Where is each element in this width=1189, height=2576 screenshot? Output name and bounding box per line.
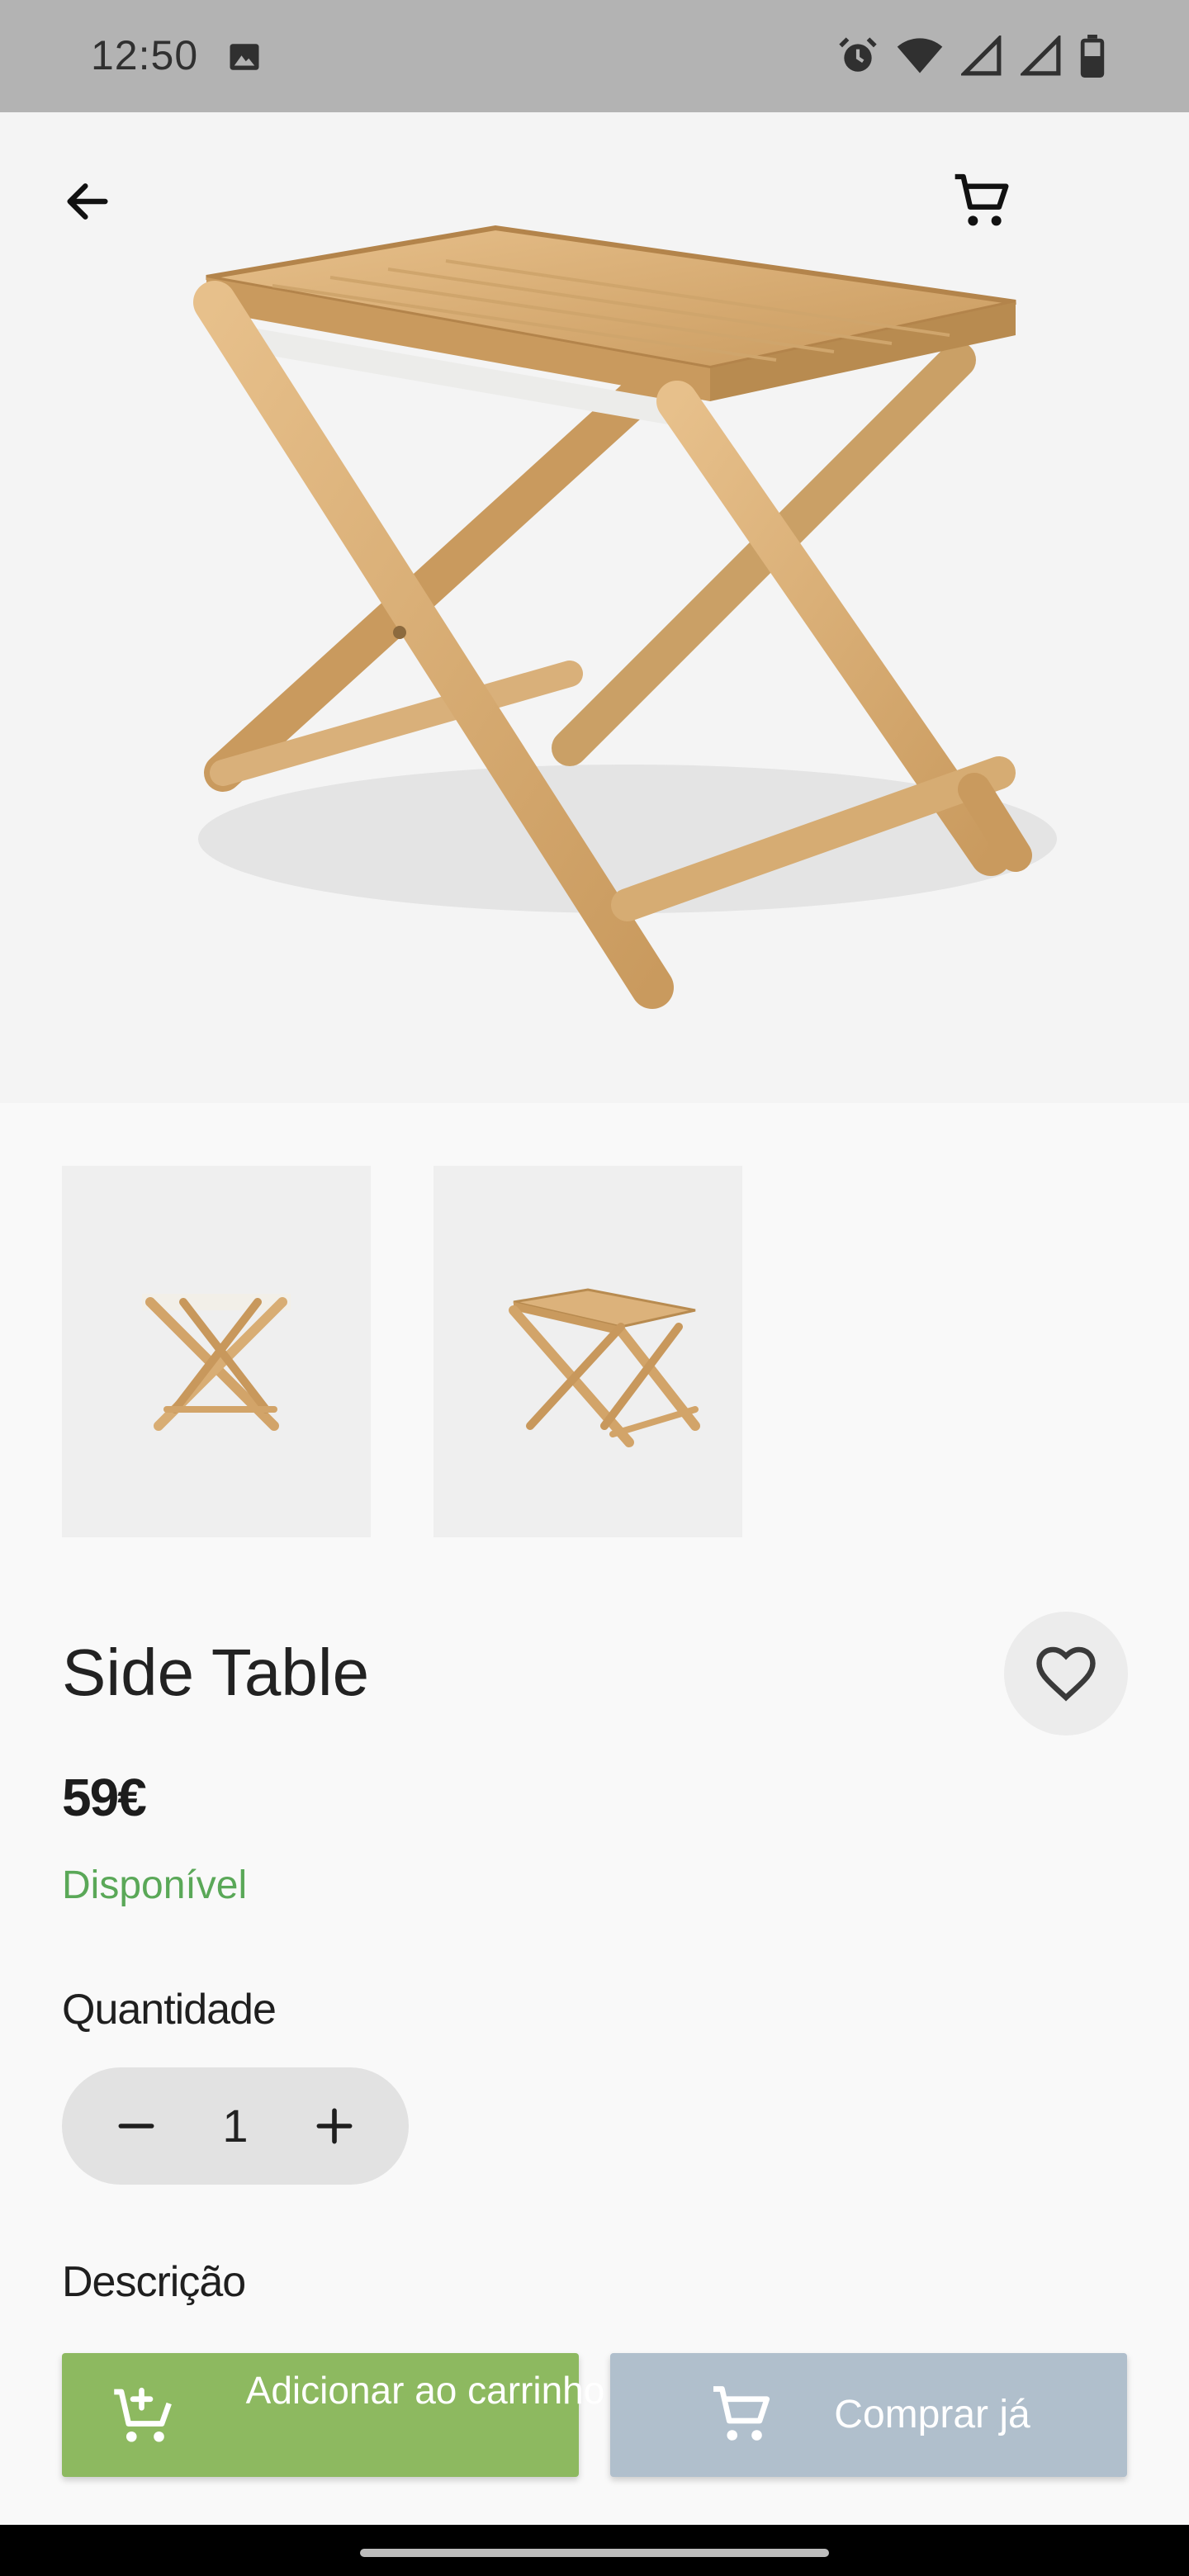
status-time: 12:50 (91, 32, 199, 78)
decrease-quantity-button[interactable] (95, 2085, 178, 2167)
description-label: Descrição (62, 2258, 246, 2306)
wifi-icon (897, 38, 943, 73)
alarm-icon (839, 37, 877, 72)
favorite-button[interactable] (1004, 1612, 1128, 1735)
signal-icon (1021, 36, 1061, 76)
minus-icon (118, 2124, 154, 2129)
quantity-value: 1 (222, 2100, 249, 2152)
buy-now-label: Comprar já (834, 2393, 1030, 2436)
product-price: 59€ (62, 1768, 147, 1827)
product-title: Side Table (62, 1636, 370, 1709)
product-photo (193, 225, 1057, 1009)
heart-outline-icon (1036, 1646, 1096, 1702)
home-gesture-handle[interactable] (360, 2549, 829, 2557)
cart-button[interactable] (946, 165, 1019, 238)
battery-icon (1080, 35, 1105, 78)
increase-quantity-button[interactable] (293, 2085, 376, 2167)
back-button[interactable] (51, 165, 124, 238)
thumbnail-1[interactable] (62, 1166, 371, 1537)
thumbnail-2[interactable] (433, 1166, 742, 1537)
cart-icon (955, 173, 1009, 226)
thumbnail-image (142, 1294, 291, 1431)
add-to-cart-button[interactable]: Adicionar ao carrinho (62, 2353, 604, 2477)
thumbnail-image (509, 1288, 700, 1447)
buy-now-button[interactable]: Comprar já (610, 2353, 1127, 2477)
arrow-left-icon (67, 183, 108, 220)
image-icon (230, 44, 259, 70)
status-bar: 12:50 (0, 0, 1189, 112)
cart-icon (713, 2386, 770, 2441)
signal-icon (961, 36, 1002, 76)
add-shopping-cart-icon (114, 2387, 172, 2442)
quantity-stepper: 1 (62, 2067, 409, 2185)
plus-icon (316, 2108, 353, 2144)
add-to-cart-label: Adicionar ao carrinho (245, 2369, 605, 2412)
product-image (0, 112, 1189, 1103)
quantity-label: Quantidade (62, 1986, 277, 2034)
availability-status: Disponível (62, 1863, 248, 1907)
